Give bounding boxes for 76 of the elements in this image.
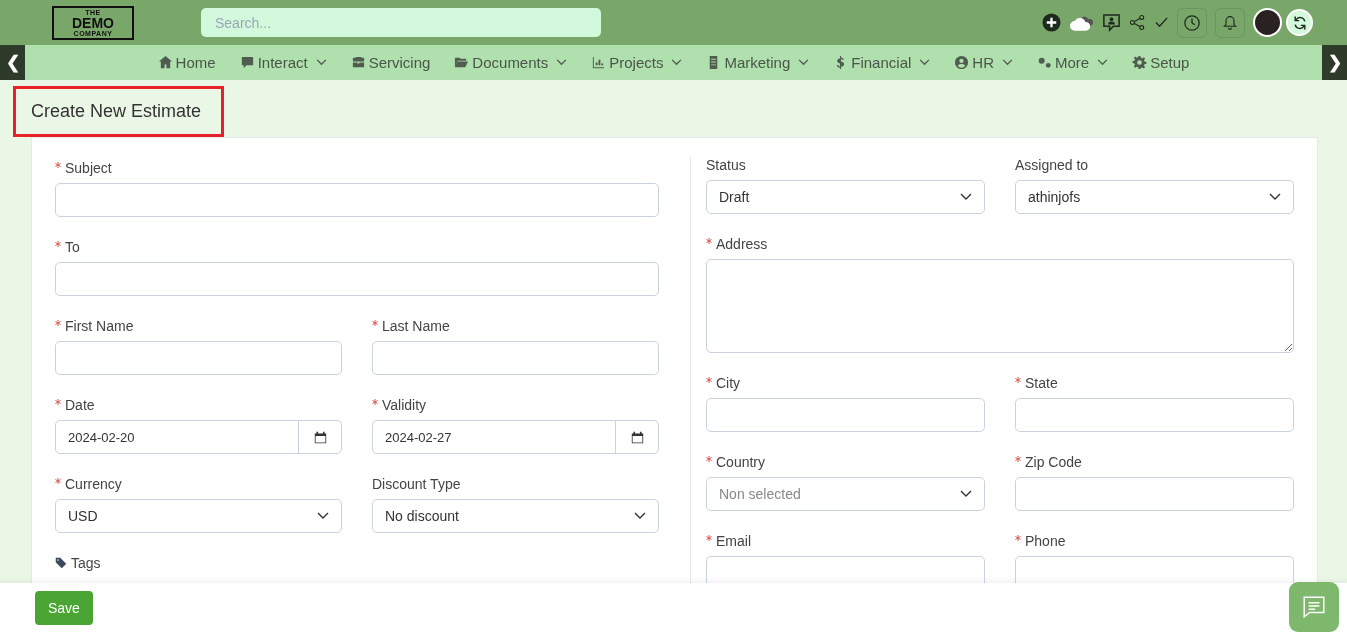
chevron-down-icon	[1269, 193, 1281, 201]
nav-menu-item[interactable]: Servicing	[350, 54, 431, 71]
field-label: First Name	[55, 318, 342, 334]
chart-icon	[591, 55, 607, 70]
date-input[interactable]: 2024-02-20	[55, 420, 342, 454]
bell-icon	[1222, 14, 1238, 31]
field-label: Tags	[55, 555, 659, 571]
text-input[interactable]	[55, 183, 659, 217]
text-input[interactable]	[706, 556, 985, 583]
field-label: Date	[55, 397, 342, 413]
text-input[interactable]	[1015, 398, 1294, 432]
briefcase-icon	[350, 55, 366, 70]
page-title: Create New Estimate	[13, 86, 225, 137]
user-avatar[interactable]	[1253, 8, 1282, 37]
scroll-right-button[interactable]: ❯	[1322, 45, 1347, 80]
nav-menu-item[interactable]: Interact	[239, 54, 327, 71]
select-dropdown[interactable]: No discount	[372, 499, 659, 533]
chevron-down-icon	[317, 512, 329, 520]
text-input[interactable]	[55, 341, 342, 375]
calendar-icon[interactable]	[313, 430, 327, 444]
chevron-down-icon	[634, 512, 646, 520]
field-label: State	[1015, 375, 1294, 391]
select-dropdown[interactable]: Draft	[706, 180, 985, 214]
nav-menu-item[interactable]: Setup	[1132, 54, 1190, 71]
text-input[interactable]	[706, 398, 985, 432]
history-button[interactable]	[1177, 7, 1207, 38]
field-label: Subject	[55, 160, 659, 176]
date-input[interactable]: 2024-02-27	[372, 420, 659, 454]
nav-menu-item[interactable]: HR	[954, 54, 1013, 71]
chevron-down-icon	[960, 490, 972, 498]
field-label: Validity	[372, 397, 659, 413]
plus-circle-icon[interactable]	[1042, 13, 1061, 32]
field-label: Email	[706, 533, 985, 549]
search-field[interactable]: Search...	[201, 8, 601, 37]
chevron-down-icon	[960, 193, 972, 201]
nav-menu-item[interactable]: Projects	[591, 54, 683, 71]
scroll-left-button[interactable]: ❮	[0, 45, 25, 80]
field-label: Discount Type	[372, 476, 462, 492]
text-input[interactable]	[1015, 477, 1294, 511]
chat-button[interactable]	[1289, 582, 1339, 632]
field-label: To	[55, 239, 659, 255]
nav-menu-item[interactable]: Marketing	[706, 54, 810, 71]
folder-icon	[454, 55, 470, 70]
refresh-button[interactable]	[1286, 9, 1313, 36]
share-icon[interactable]	[1129, 14, 1146, 31]
text-input[interactable]	[55, 262, 659, 296]
save-button[interactable]: Save	[35, 591, 93, 625]
nav-menu-item[interactable]: Financial	[833, 54, 931, 71]
chat-person-icon[interactable]	[1102, 13, 1121, 32]
field-label: Country	[706, 454, 985, 470]
text-input[interactable]	[372, 341, 659, 375]
field-label: Address	[706, 236, 1294, 252]
nav-menu-item[interactable]: More	[1037, 54, 1109, 71]
speech-bubble-icon	[239, 55, 255, 70]
select-dropdown[interactable]: USD	[55, 499, 342, 533]
nav-menu-item[interactable]: Home	[157, 54, 216, 71]
nav-menu-item[interactable]: Documents	[454, 54, 568, 71]
text-input[interactable]	[1015, 556, 1294, 583]
select-dropdown[interactable]: athinjofs	[1015, 180, 1294, 214]
home-icon	[157, 55, 173, 70]
field-label: Currency	[55, 476, 342, 492]
calendar-icon[interactable]	[630, 430, 644, 444]
field-label: Assigned to	[1015, 157, 1090, 173]
field-label: Zip Code	[1015, 454, 1294, 470]
tag-icon	[55, 557, 67, 569]
chat-icon	[1301, 594, 1327, 620]
settings-icon	[1132, 55, 1148, 70]
check-icon[interactable]	[1154, 15, 1169, 30]
field-label: Status	[706, 157, 747, 173]
select-dropdown[interactable]: Non selected	[706, 477, 985, 511]
refresh-icon	[1291, 14, 1308, 31]
field-label: City	[706, 375, 985, 391]
field-label: Phone	[1015, 533, 1294, 549]
clock-icon	[1183, 13, 1201, 32]
field-label: Last Name	[372, 318, 659, 334]
notifications-button[interactable]	[1215, 7, 1245, 38]
